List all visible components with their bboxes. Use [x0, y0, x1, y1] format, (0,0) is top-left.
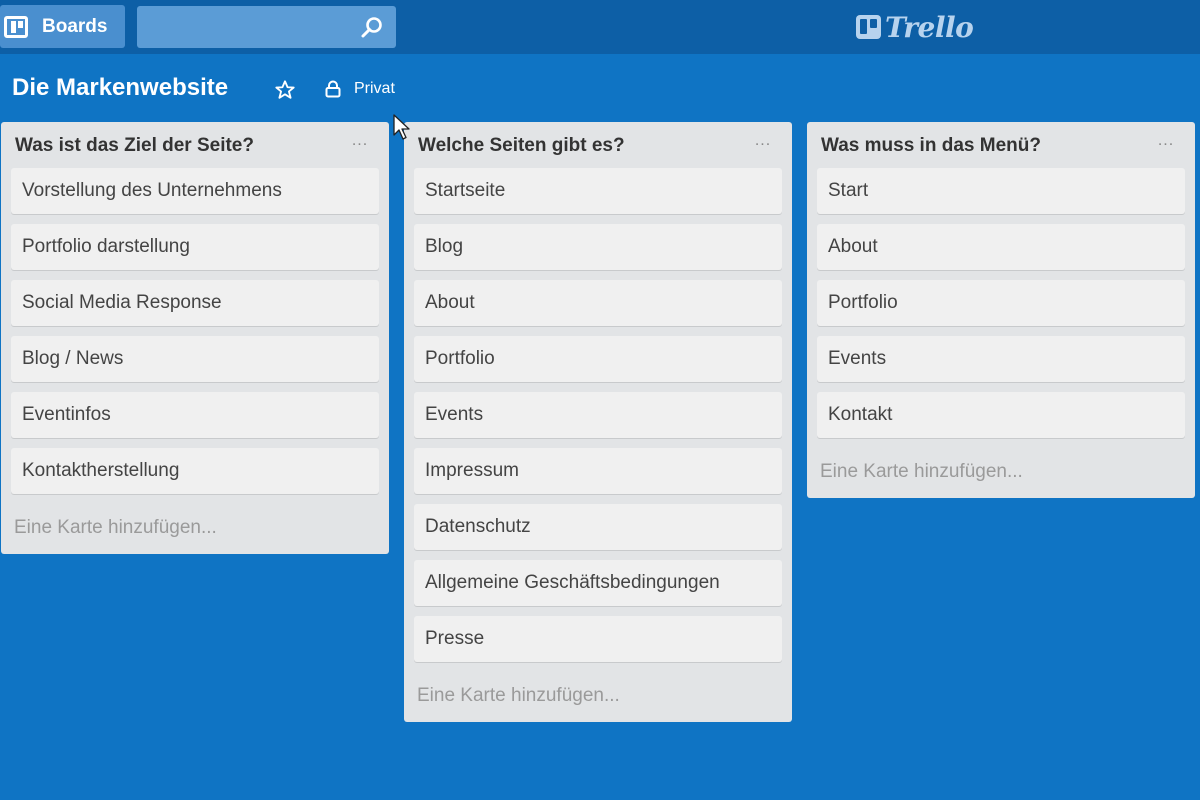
card[interactable]: Datenschutz: [414, 504, 782, 550]
card[interactable]: Portfolio: [414, 336, 782, 382]
list-welche-seiten: Welche Seiten gibt es? ... Startseite Bl…: [404, 122, 792, 722]
privacy-button[interactable]: Privat: [324, 78, 395, 100]
card[interactable]: Portfolio darstellung: [11, 224, 379, 270]
list-title[interactable]: Was ist das Ziel der Seite?: [15, 135, 254, 157]
list-title[interactable]: Welche Seiten gibt es?: [418, 135, 625, 157]
trello-logo[interactable]: Trello: [856, 8, 974, 46]
list-header[interactable]: Was ist das Ziel der Seite? ...: [11, 122, 379, 168]
card[interactable]: Presse: [414, 616, 782, 662]
list-was-muss-ins-menue: Was muss in das Menü? ... Start About Po…: [807, 122, 1195, 498]
list-menu-icon[interactable]: ...: [748, 132, 778, 152]
card[interactable]: Impressum: [414, 448, 782, 494]
star-icon[interactable]: [274, 79, 296, 101]
card[interactable]: Eventinfos: [11, 392, 379, 438]
boards-button-label: Boards: [42, 15, 108, 37]
card[interactable]: Events: [817, 336, 1185, 382]
board-title[interactable]: Die Markenwebsite: [12, 74, 228, 102]
trello-logo-mark: [856, 15, 881, 39]
card[interactable]: Kontakt: [817, 392, 1185, 438]
card[interactable]: Vorstellung des Unternehmens: [11, 168, 379, 214]
card[interactable]: Blog / News: [11, 336, 379, 382]
mouse-cursor-icon: [393, 114, 410, 140]
list-header[interactable]: Was muss in das Menü? ...: [817, 122, 1185, 168]
search-input[interactable]: [137, 6, 357, 48]
card[interactable]: About: [414, 280, 782, 326]
add-card-button[interactable]: Eine Karte hinzufügen...: [414, 672, 782, 722]
card[interactable]: Portfolio: [817, 280, 1185, 326]
list-menu-icon[interactable]: ...: [345, 132, 375, 152]
boards-button[interactable]: Boards: [0, 5, 125, 48]
card[interactable]: Start: [817, 168, 1185, 214]
search-box[interactable]: [137, 6, 396, 48]
list-title[interactable]: Was muss in das Menü?: [821, 135, 1041, 157]
top-header: Boards Trello: [0, 0, 1200, 54]
card[interactable]: Events: [414, 392, 782, 438]
trello-logo-text: Trello: [885, 10, 974, 44]
boards-icon: [4, 15, 28, 38]
privacy-label: Privat: [354, 80, 395, 97]
card[interactable]: Startseite: [414, 168, 782, 214]
card[interactable]: About: [817, 224, 1185, 270]
card[interactable]: Social Media Response: [11, 280, 379, 326]
lock-icon: [325, 80, 341, 98]
card[interactable]: Blog: [414, 224, 782, 270]
list-header[interactable]: Welche Seiten gibt es? ...: [414, 122, 782, 168]
add-card-button[interactable]: Eine Karte hinzufügen...: [817, 448, 1185, 498]
card[interactable]: Kontaktherstellung: [11, 448, 379, 494]
list-was-ist-das-ziel: Was ist das Ziel der Seite? ... Vorstell…: [1, 122, 389, 554]
search-icon[interactable]: [360, 15, 384, 39]
add-card-button[interactable]: Eine Karte hinzufügen...: [11, 504, 379, 554]
card[interactable]: Allgemeine Geschäftsbedingungen: [414, 560, 782, 606]
list-menu-icon[interactable]: ...: [1151, 132, 1181, 152]
